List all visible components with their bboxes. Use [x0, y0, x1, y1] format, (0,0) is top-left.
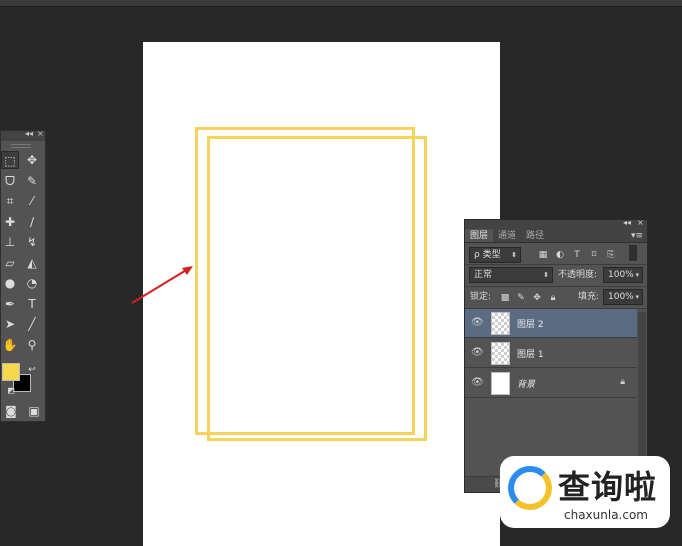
lock-transparent-icon[interactable]: ▩	[499, 292, 511, 304]
fill-input[interactable]: 100% ▾	[603, 289, 643, 305]
lock-all-icon[interactable]: 🔒︎	[547, 292, 559, 304]
hand-icon[interactable]: ✋	[1, 336, 19, 354]
paint-bucket-icon[interactable]: ◭	[23, 254, 41, 272]
fill-value: 100%	[608, 292, 634, 302]
lasso-icon[interactable]: ᗜ	[1, 172, 19, 190]
eraser-icon[interactable]: ▱	[1, 254, 19, 272]
fill-label: 填充:	[578, 292, 600, 302]
filter-kind-value: ρ 类型	[474, 250, 501, 260]
line-icon[interactable]: ╱	[23, 315, 41, 333]
watermark-brand: 查询啦	[558, 468, 658, 506]
quick-mask-icon[interactable]: ◙	[2, 402, 20, 420]
opacity-value: 100%	[608, 270, 634, 280]
tools-panel: ◂◂ × ⬚ ✥ ᗜ ✎ ⌗ ⁄ ✚ ∕ ⊥ ↯ ▱ ◭ ● ◔ ✒ T ➤ ╱ ✋ ⚲ ↩ ◩ ◙ ▣	[0, 129, 46, 422]
lock-label: 锁定:	[470, 292, 492, 302]
divider	[465, 264, 647, 265]
default-colors-icon[interactable]: ◩	[2, 382, 20, 400]
watermark: 查询啦 chaxunla.com	[500, 456, 670, 528]
blur-icon[interactable]: ●	[1, 274, 19, 292]
collapse-icon[interactable]: ◂◂	[25, 129, 33, 138]
window-top-divider	[0, 6, 682, 7]
yellow-frame-layer-2	[207, 136, 427, 441]
close-icon[interactable]: ×	[37, 129, 44, 138]
screen-mode-icon[interactable]: ▣	[25, 402, 43, 420]
blend-mode-value: 正常	[474, 270, 493, 280]
filter-shape-icon[interactable]: ⌑	[588, 249, 600, 261]
divider	[465, 286, 647, 287]
layers-panel-tabs: 图层 通道 路径 ▾≡	[465, 229, 647, 243]
path-select-icon[interactable]: ➤	[1, 315, 19, 333]
foreground-color-swatch[interactable]	[2, 363, 20, 381]
watermark-url: chaxunla.com	[564, 508, 648, 522]
watermark-logo-icon	[508, 466, 552, 510]
filter-smart-object-icon[interactable]: ⎘	[605, 249, 617, 261]
tab-channels[interactable]: 通道	[493, 229, 521, 242]
close-icon[interactable]: ×	[637, 218, 644, 227]
filter-toggle-switch[interactable]	[629, 245, 637, 261]
layer-thumbnail	[491, 342, 510, 365]
opacity-label: 不透明度:	[558, 270, 598, 280]
layers-panel-header: ◂◂ ×	[465, 218, 647, 229]
tab-layers[interactable]: 图层	[465, 229, 494, 242]
filter-pixel-icon[interactable]: ▦	[537, 249, 549, 261]
layer-row-layer-2[interactable]: 👁︎ 图层 2	[465, 309, 637, 338]
lock-icon: 🔒︎	[620, 377, 625, 387]
chevron-down-icon: ▾	[635, 293, 639, 301]
rect-marquee-icon[interactable]: ⬚	[1, 151, 19, 169]
red-arrow-annotation	[131, 266, 193, 304]
collapse-icon[interactable]: ◂◂	[623, 218, 631, 227]
lock-pixels-icon[interactable]: ✎	[515, 292, 527, 304]
layer-thumbnail	[491, 372, 510, 395]
layer-name[interactable]: 背景	[517, 377, 535, 390]
visibility-eye-icon[interactable]: 👁︎	[471, 347, 484, 358]
history-brush-icon[interactable]: ↯	[23, 233, 41, 251]
quick-select-icon[interactable]: ✎	[23, 172, 41, 190]
visibility-eye-icon[interactable]: 👁︎	[471, 317, 484, 328]
chevron-down-icon: ⬍	[511, 251, 517, 259]
tools-panel-header: ◂◂ ×	[1, 129, 45, 141]
move-icon[interactable]: ✥	[23, 151, 41, 169]
panel-menu-icon[interactable]: ▾≡	[631, 229, 643, 243]
stamp-icon[interactable]: ⊥	[1, 233, 19, 251]
dodge-icon[interactable]: ◔	[23, 274, 41, 292]
tab-paths[interactable]: 路径	[521, 229, 549, 242]
layer-thumbnail	[491, 312, 510, 335]
layer-name[interactable]: 图层 1	[517, 347, 544, 360]
blend-mode-dropdown[interactable]: 正常 ⬍	[469, 267, 553, 283]
layers-panel: ◂◂ × 图层 通道 路径 ▾≡ ρ 类型 ⬍ ▦ ◐ T ⌑ ⎘ 正常 ⬍ 不…	[464, 218, 648, 493]
panel-grip[interactable]	[1, 141, 45, 149]
filter-kind-dropdown[interactable]: ρ 类型 ⬍	[469, 247, 521, 263]
opacity-input[interactable]: 100% ▾	[603, 267, 643, 283]
layer-row-background[interactable]: 👁︎ 背景 🔒︎	[465, 369, 637, 398]
layer-row-layer-1[interactable]: 👁︎ 图层 1	[465, 339, 637, 368]
visibility-eye-icon[interactable]: 👁︎	[471, 377, 484, 388]
zoom-icon[interactable]: ⚲	[23, 336, 41, 354]
filter-type-icon[interactable]: T	[571, 249, 583, 261]
layer-name[interactable]: 图层 2	[517, 317, 544, 330]
crop-icon[interactable]: ⌗	[1, 192, 19, 210]
chevron-down-icon: ⬍	[543, 271, 549, 279]
brush-icon[interactable]: ∕	[23, 213, 41, 231]
type-icon[interactable]: T	[23, 295, 41, 313]
eyedropper-icon[interactable]: ⁄	[23, 192, 41, 210]
pen-icon[interactable]: ✒	[1, 295, 19, 313]
swap-colors-icon[interactable]: ↩	[23, 361, 41, 379]
filter-adjustment-icon[interactable]: ◐	[554, 249, 566, 261]
healing-brush-icon[interactable]: ✚	[1, 213, 19, 231]
lock-position-icon[interactable]: ✥	[531, 292, 543, 304]
chevron-down-icon: ▾	[635, 271, 639, 279]
